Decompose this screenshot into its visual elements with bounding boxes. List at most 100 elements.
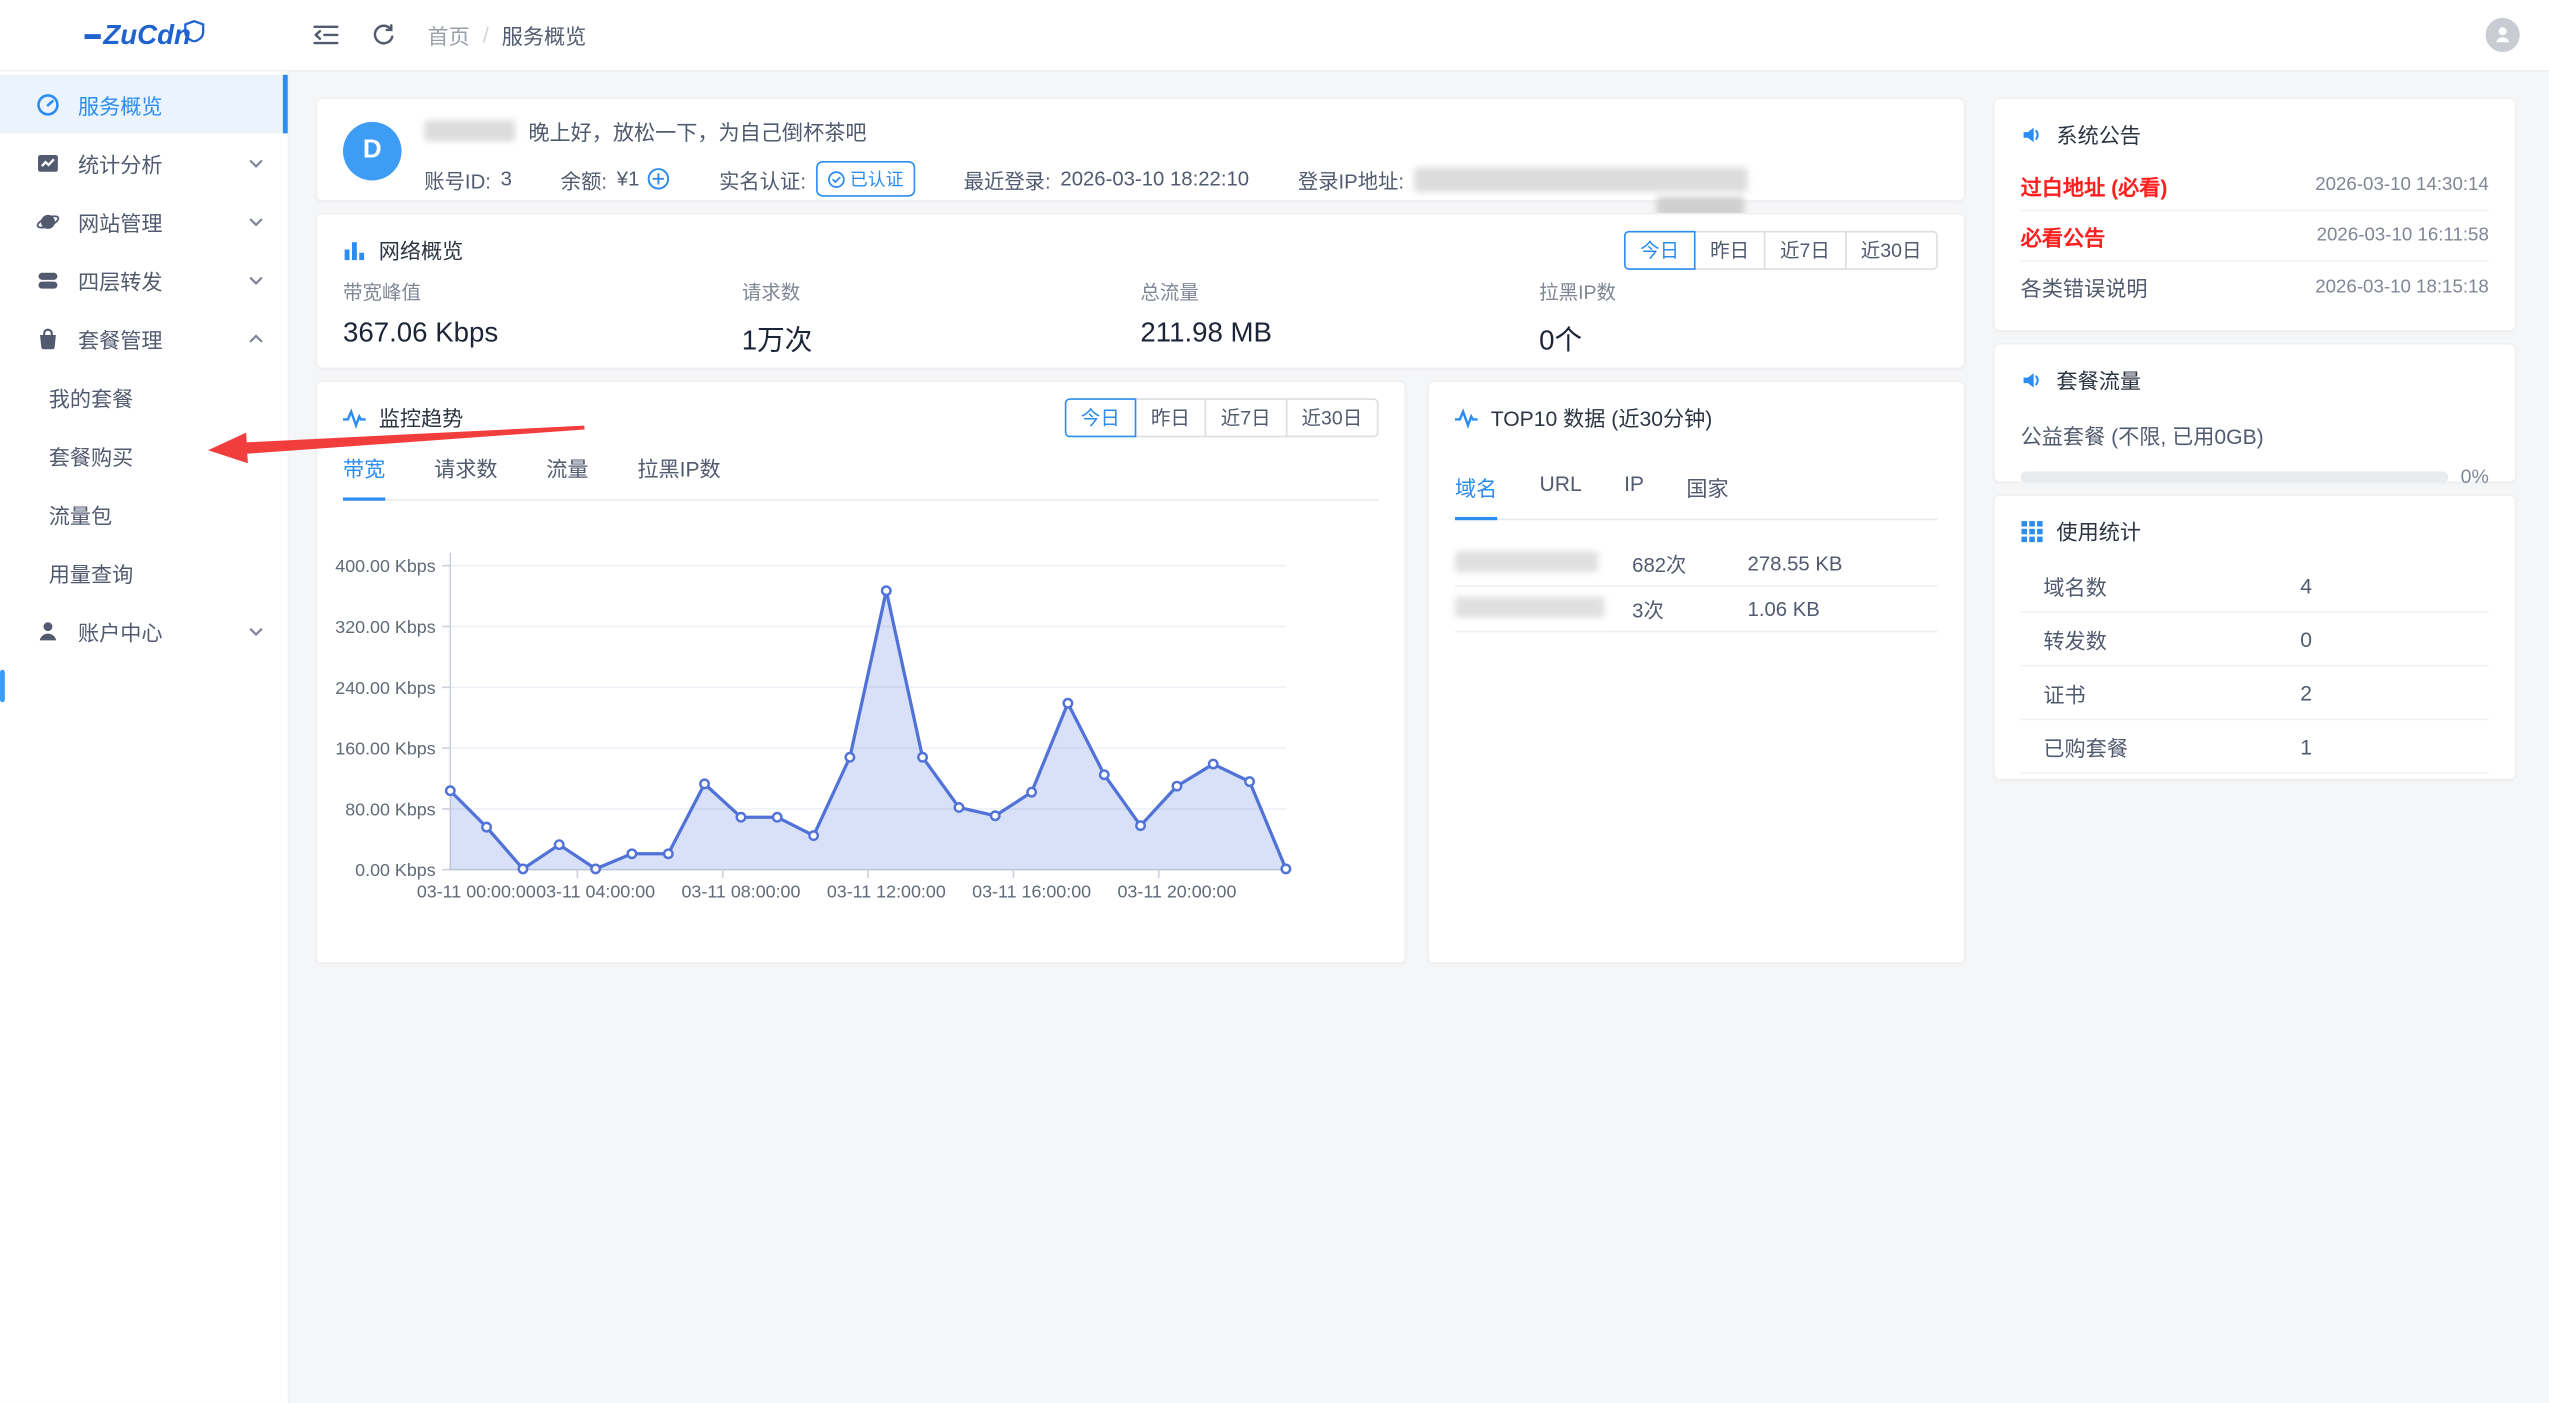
- svg-text:03-11 08:00:00: 03-11 08:00:00: [681, 881, 800, 901]
- range-today-button[interactable]: 今日: [1624, 231, 1696, 270]
- svg-text:03-11 12:00:00: 03-11 12:00:00: [827, 881, 946, 901]
- package-item-label: 公益套餐 (不限, 已用0GB): [2021, 419, 2489, 450]
- usage-value: 1: [2300, 734, 2312, 758]
- range-30d-button[interactable]: 近30日: [1845, 231, 1938, 270]
- sidebar-item-my-package[interactable]: 我的套餐: [0, 367, 288, 426]
- stat-label: 带宽峰值: [343, 278, 742, 306]
- collapse-sidebar-icon[interactable]: [310, 20, 339, 49]
- tab-domain[interactable]: 域名: [1455, 471, 1497, 520]
- left-column: D 晚上好，放松一下，为自己倒杯茶吧 账号ID: 3 余额: ¥1: [315, 98, 1965, 964]
- usage-value: 0: [2300, 627, 2312, 651]
- last-login: 最近登录: 2026-03-10 18:22:10: [964, 163, 1249, 194]
- dashboard-icon: [36, 92, 60, 116]
- announcement-item[interactable]: 各类错误说明 2026-03-10 18:15:18: [2021, 262, 2489, 312]
- sidebar-item-usage-query[interactable]: 用量查询: [0, 543, 288, 602]
- chevron-down-icon: [247, 212, 265, 230]
- trend-range-30d-button[interactable]: 近30日: [1285, 398, 1378, 437]
- announcement-item[interactable]: 必看公告 2026-03-10 16:11:58: [2021, 211, 2489, 261]
- stat-total-traffic: 总流量 211.98 MB: [1140, 278, 1539, 358]
- balance-value: ¥1: [617, 167, 640, 190]
- bag-icon: [36, 326, 60, 350]
- sidebar: 服务概览 统计分析 网站管理 四层转发 套餐管理 我的套餐 套餐购买 流量包 用…: [0, 72, 289, 1403]
- sidebar-item-website[interactable]: 网站管理: [0, 192, 288, 251]
- announcement-title: 过白地址 (必看): [2021, 170, 2168, 201]
- announcement-item[interactable]: 过白地址 (必看) 2026-03-10 14:30:14: [2021, 161, 2489, 211]
- sidebar-item-stats[interactable]: 统计分析: [0, 133, 288, 192]
- svg-text:03-11 00:00:00: 03-11 00:00:00: [417, 881, 536, 901]
- usage-row-domains: 域名数 4: [2021, 559, 2489, 613]
- announcements-card: 系统公告 过白地址 (必看) 2026-03-10 14:30:14 必看公告 …: [1993, 98, 2516, 332]
- stat-bandwidth-peak: 带宽峰值 367.06 Kbps: [343, 278, 742, 358]
- top10-row[interactable]: 682次 278.55 KB: [1455, 541, 1938, 587]
- account-id-value: 3: [501, 167, 512, 190]
- tab-url[interactable]: URL: [1540, 471, 1582, 518]
- trend-range-7d-button[interactable]: 近7日: [1205, 398, 1287, 437]
- trend-range-yesterday-button[interactable]: 昨日: [1135, 398, 1207, 437]
- login-ip-label: 登录IP地址:: [1298, 163, 1404, 194]
- speaker-icon: [2021, 123, 2044, 146]
- refresh-icon[interactable]: [369, 20, 398, 49]
- tab-bandwidth[interactable]: 带宽: [343, 452, 385, 501]
- verified-badge[interactable]: 已认证: [816, 161, 915, 197]
- usage-row-purchased-packages: 已购套餐 1: [2021, 720, 2489, 774]
- account-id: 账号ID: 3: [424, 163, 512, 194]
- top10-row[interactable]: 3次 1.06 KB: [1455, 587, 1938, 633]
- usage-stats-title: 使用统计: [2056, 515, 2141, 546]
- usage-row-certificates: 证书 2: [2021, 667, 2489, 721]
- tab-traffic[interactable]: 流量: [546, 452, 588, 499]
- tab-requests[interactable]: 请求数: [434, 452, 497, 499]
- stat-label: 请求数: [742, 278, 1141, 306]
- announcement-title: 必看公告: [2021, 220, 2106, 251]
- breadcrumb-home-link[interactable]: 首页: [428, 20, 470, 51]
- stat-requests: 请求数 1万次: [742, 278, 1141, 358]
- sidebar-item-label: 四层转发: [78, 264, 163, 295]
- stat-value: 211.98 MB: [1140, 317, 1539, 350]
- sidebar-item-traffic-pack[interactable]: 流量包: [0, 484, 288, 543]
- usage-label: 证书: [2043, 677, 2085, 708]
- package-traffic-title: 套餐流量: [2056, 364, 2141, 395]
- grid-icon: [2021, 519, 2044, 542]
- top10-title: TOP10 数据 (近30分钟): [1491, 402, 1713, 433]
- sidebar-item-label: 网站管理: [78, 206, 163, 237]
- recharge-plus-icon[interactable]: [648, 167, 671, 190]
- svg-text:160.00 Kbps: 160.00 Kbps: [335, 739, 435, 759]
- network-overview-card: 网络概览 今日 昨日 近7日 近30日 带宽峰值 367.06 Kbps 请求数…: [315, 213, 1965, 369]
- topbar: ZuCdn 首页 / 服务概览: [0, 0, 2549, 72]
- pulse-icon: [343, 406, 366, 429]
- user-avatar[interactable]: [2486, 17, 2520, 51]
- stat-blocked-ips: 拉黑IP数 0个: [1539, 278, 1938, 358]
- sidebar-subitem-label: 我的套餐: [49, 381, 134, 412]
- tab-blocked-ips[interactable]: 拉黑IP数: [637, 452, 720, 499]
- top10-card: TOP10 数据 (近30分钟) 域名 URL IP 国家 682次 278.5…: [1427, 380, 1965, 964]
- sidebar-item-account-center[interactable]: 账户中心: [0, 601, 288, 660]
- balance: 余额: ¥1: [561, 163, 671, 194]
- user-info-card: D 晚上好，放松一下，为自己倒杯茶吧 账号ID: 3 余额: ¥1: [315, 98, 1965, 202]
- sidebar-item-layer4-forward[interactable]: 四层转发: [0, 250, 288, 309]
- range-7d-button[interactable]: 近7日: [1764, 231, 1846, 270]
- range-yesterday-button[interactable]: 昨日: [1694, 231, 1766, 270]
- announcement-time: 2026-03-10 18:15:18: [2315, 277, 2489, 297]
- svg-text:0.00 Kbps: 0.00 Kbps: [355, 860, 436, 880]
- sidebar-subitem-label: 套餐购买: [49, 440, 134, 471]
- account-id-label: 账号ID:: [424, 163, 491, 194]
- globe-icon: [36, 209, 60, 233]
- sidebar-scrollbar-thumb[interactable]: [0, 670, 5, 703]
- pulse-icon: [1455, 406, 1478, 429]
- chevron-down-icon: [247, 154, 265, 172]
- tab-ip[interactable]: IP: [1624, 471, 1644, 518]
- sidebar-item-buy-package[interactable]: 套餐购买: [0, 426, 288, 485]
- logo-dash: [84, 35, 100, 39]
- svg-text:400.00 Kbps: 400.00 Kbps: [335, 556, 435, 576]
- sidebar-item-package-mgmt[interactable]: 套餐管理: [0, 309, 288, 368]
- bar-chart-icon: [343, 238, 366, 261]
- trend-title: 监控趋势: [379, 402, 464, 433]
- sidebar-item-label: 账户中心: [78, 615, 163, 646]
- top10-rows: 682次 278.55 KB 3次 1.06 KB: [1429, 541, 1964, 632]
- tab-country[interactable]: 国家: [1686, 471, 1728, 518]
- usage-stats-card: 使用统计 域名数 4 转发数 0 证书 2: [1993, 494, 2516, 780]
- trend-range-today-button[interactable]: 今日: [1065, 398, 1137, 437]
- real-name-auth: 实名认证: 已认证: [719, 161, 915, 197]
- sidebar-item-service-overview[interactable]: 服务概览: [0, 75, 288, 134]
- logo[interactable]: ZuCdn: [0, 19, 289, 52]
- sidebar-item-label: 统计分析: [78, 147, 163, 178]
